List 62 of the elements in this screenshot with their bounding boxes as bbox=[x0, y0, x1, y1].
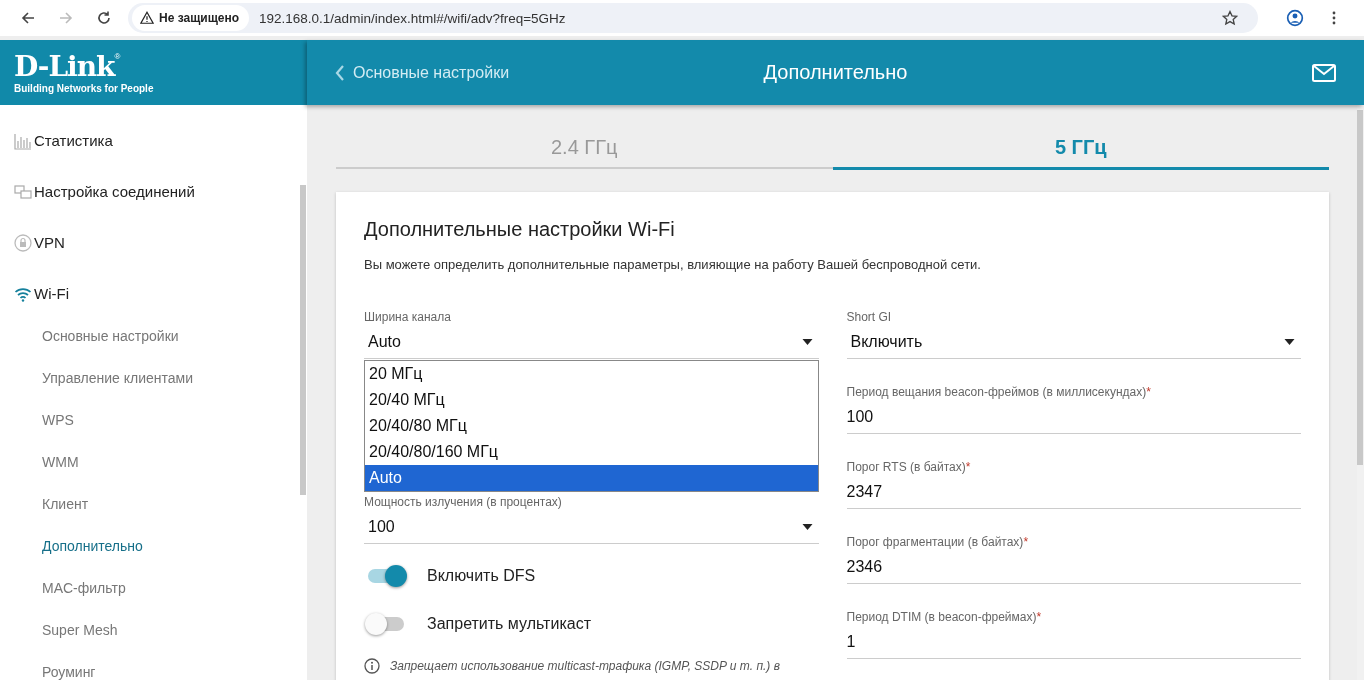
select-field[interactable]: Включить bbox=[846, 326, 1301, 359]
toggle-label: Включить DFS bbox=[427, 567, 536, 585]
reload-icon[interactable] bbox=[96, 10, 112, 26]
caret-icon bbox=[1284, 339, 1295, 345]
field-label: Мощность излучения (в процентах) bbox=[364, 495, 562, 509]
caret-icon bbox=[801, 524, 813, 530]
sidebar-subitem[interactable]: Клиент bbox=[0, 483, 300, 525]
warning-icon bbox=[140, 11, 154, 25]
sidebar-item[interactable]: Статистика bbox=[0, 115, 300, 166]
dropdown-option[interactable]: 20/40 МГц bbox=[365, 387, 818, 413]
field-label: Порог RTS (в байтах) bbox=[846, 460, 966, 474]
dropdown-option[interactable]: 20 МГц bbox=[365, 361, 818, 387]
bar-chart-icon bbox=[14, 131, 32, 150]
sidebar-subitem[interactable]: Роуминг bbox=[0, 651, 300, 680]
tagline: Building Networks for People bbox=[14, 82, 155, 94]
url-text: 192.168.0.1/admin/index.html#/wifi/adv?freq=5GHz bbox=[259, 10, 567, 26]
input-field[interactable]: 1 bbox=[846, 626, 1301, 659]
field-label: Порог фрагментации (в байтах) bbox=[846, 535, 1024, 549]
logo[interactable]: D-Link bbox=[14, 51, 115, 82]
field-label: Short GI bbox=[846, 310, 892, 324]
security-chip[interactable]: Не защищено bbox=[132, 5, 250, 31]
field-label: Ширина канала bbox=[364, 310, 451, 324]
required-mark: * bbox=[1146, 385, 1151, 399]
sidebar-subitem[interactable]: WMM bbox=[0, 441, 300, 483]
sidebar-subitem[interactable]: MAC-фильтр bbox=[0, 567, 300, 609]
profile-icon[interactable] bbox=[1286, 9, 1304, 27]
address-bar[interactable]: Не защищено 192.168.0.1/admin/index.html#/wifi/adv?freq=5GHz bbox=[128, 3, 1258, 33]
scrollbar-thumb[interactable] bbox=[1357, 110, 1363, 465]
dropdown-option[interactable]: 20/40/80/160 МГц bbox=[365, 439, 818, 465]
sidebar-subitem[interactable]: WPS bbox=[0, 399, 300, 441]
sidebar-item[interactable]: Настройка соединений bbox=[0, 166, 300, 217]
sidebar-item[interactable]: VPN bbox=[0, 217, 300, 268]
page-title: Дополнительно bbox=[763, 61, 908, 84]
dropdown-option[interactable]: 20/40/80 МГц bbox=[365, 413, 818, 439]
note-text: Запрещает использование multicast-трафика (IGMP, SSDP и т. п.) в bbox=[390, 659, 780, 673]
sidebar-subitem[interactable]: Управление клиентами bbox=[0, 357, 300, 399]
chevron-left-icon bbox=[335, 63, 345, 82]
caret-icon bbox=[801, 339, 813, 345]
sidebar-subitem[interactable]: Super Mesh bbox=[0, 609, 300, 651]
computers-icon bbox=[14, 182, 32, 201]
required-mark: * bbox=[1023, 535, 1029, 549]
select-field[interactable]: Auto bbox=[364, 326, 819, 359]
star-icon[interactable] bbox=[1222, 10, 1238, 26]
dropdown-option[interactable]: Auto bbox=[365, 465, 818, 491]
info-icon bbox=[364, 658, 380, 674]
select-field[interactable]: 100 bbox=[364, 511, 819, 544]
required-mark: * bbox=[1036, 610, 1042, 624]
toggle-label: Запретить мультикаст bbox=[427, 615, 591, 633]
registered-mark: ® bbox=[114, 51, 121, 61]
back-icon[interactable] bbox=[20, 10, 36, 26]
required-mark: * bbox=[965, 460, 971, 474]
card-title: Дополнительные настройки Wi-Fi bbox=[364, 218, 676, 241]
mail-icon[interactable] bbox=[1312, 63, 1336, 82]
input-field[interactable]: 2347 bbox=[846, 476, 1301, 509]
card-description: Вы можете определить дополнительные параметры, влияющие на работу Вашей беспроводной сети. bbox=[364, 257, 982, 272]
field-label: Период DTIM (в beacon-фреймах) bbox=[846, 610, 1037, 624]
scrollbar-thumb[interactable] bbox=[300, 185, 306, 495]
sidebar-subitem[interactable]: Дополнительно bbox=[0, 525, 300, 567]
input-field[interactable]: 100 bbox=[846, 401, 1301, 434]
input-field[interactable]: 2346 bbox=[846, 551, 1301, 584]
lock-icon bbox=[14, 233, 32, 252]
field-label: Период вещания beacon-фреймов (в миллисекундах) bbox=[846, 385, 1147, 399]
